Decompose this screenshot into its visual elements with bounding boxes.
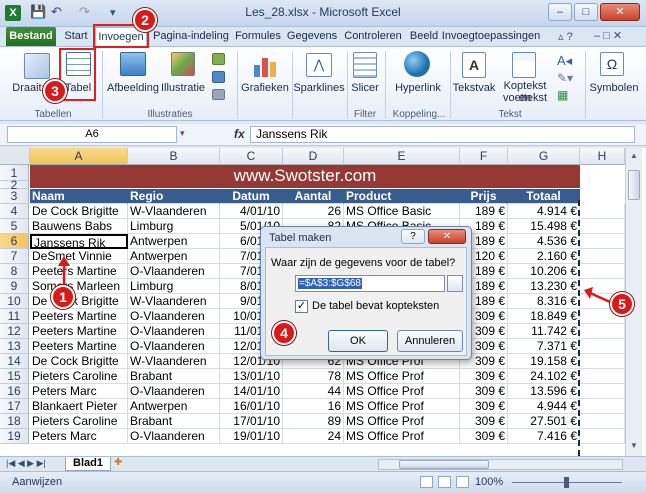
callout-arrows: [58, 256, 611, 304]
callout-badge-1: 1: [51, 285, 75, 309]
callout-badge-2: 2: [133, 8, 157, 32]
callout-badge-4: 4: [272, 321, 296, 345]
excel-window: X 💾 ↶ ↷ ▾ Les_28.xlsx - Microsoft Excel …: [0, 0, 646, 493]
callout-badge-3: 3: [43, 79, 67, 103]
callout-badge-5: 5: [610, 292, 634, 316]
